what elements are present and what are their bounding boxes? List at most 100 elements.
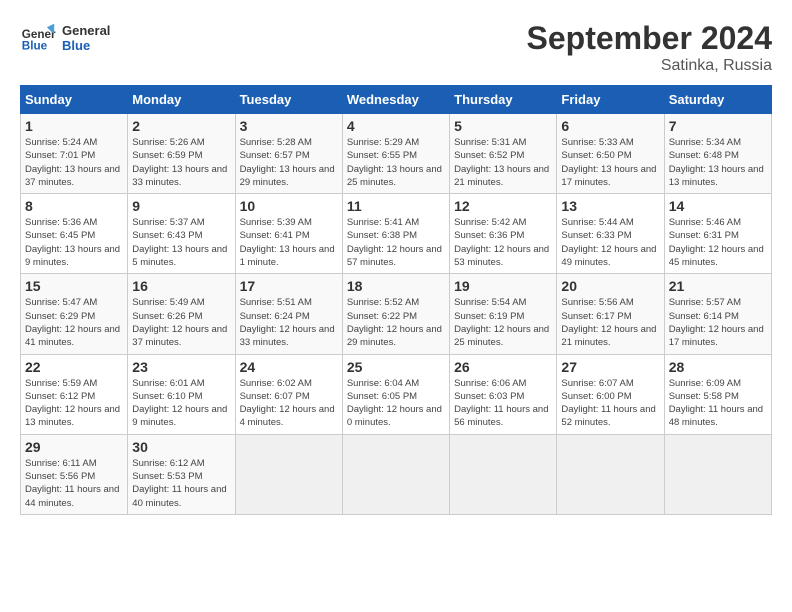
day-info: Sunrise: 6:07 AMSunset: 6:00 PMDaylight:… xyxy=(561,377,659,430)
weekday-header: Wednesday xyxy=(342,86,449,114)
day-info: Sunrise: 5:44 AMSunset: 6:33 PMDaylight:… xyxy=(561,216,659,269)
title-block: September 2024 Satinka, Russia xyxy=(527,20,772,75)
calendar-cell: 5 Sunrise: 5:31 AMSunset: 6:52 PMDaylight… xyxy=(450,114,557,194)
calendar-cell: 7Sunrise: 5:34 AMSunset: 6:48 PMDaylight… xyxy=(664,114,771,194)
calendar-row: 15Sunrise: 5:47 AMSunset: 6:29 PMDayligh… xyxy=(21,274,772,354)
day-info: Sunrise: 5:49 AMSunset: 6:26 PMDaylight:… xyxy=(132,296,230,349)
day-number: 1 xyxy=(25,118,123,134)
calendar-cell: 2 Sunrise: 5:26 AMSunset: 6:59 PMDaylight… xyxy=(128,114,235,194)
day-number: 14 xyxy=(669,198,767,214)
calendar-cell xyxy=(450,434,557,514)
day-info: Sunrise: 5:33 AMSunset: 6:50 PMDaylight:… xyxy=(561,136,659,189)
day-number: 13 xyxy=(561,198,659,214)
day-number: 5 xyxy=(454,118,552,134)
weekday-header: Saturday xyxy=(664,86,771,114)
day-info: Sunrise: 5:51 AMSunset: 6:24 PMDaylight:… xyxy=(240,296,338,349)
day-number: 21 xyxy=(669,278,767,294)
calendar-cell xyxy=(235,434,342,514)
calendar-row: 8Sunrise: 5:36 AMSunset: 6:45 PMDaylight… xyxy=(21,194,772,274)
calendar-cell: 30 Sunrise: 6:12 AMSunset: 5:53 PMDayligh… xyxy=(128,434,235,514)
day-info: Sunrise: 5:24 AMSunset: 7:01 PMDaylight:… xyxy=(25,136,123,189)
day-info: Sunrise: 6:11 AMSunset: 5:56 PMDaylight:… xyxy=(25,457,123,510)
calendar-table: SundayMondayTuesdayWednesdayThursdayFrid… xyxy=(20,85,772,515)
svg-text:Blue: Blue xyxy=(22,40,48,53)
calendar-cell: 17 Sunrise: 5:51 AMSunset: 6:24 PMDayligh… xyxy=(235,274,342,354)
logo-blue: Blue xyxy=(62,38,110,53)
calendar-cell: 14 Sunrise: 5:46 AMSunset: 6:31 PMDayligh… xyxy=(664,194,771,274)
day-info: Sunrise: 5:28 AMSunset: 6:57 PMDaylight:… xyxy=(240,136,338,189)
day-info: Sunrise: 6:06 AMSunset: 6:03 PMDaylight:… xyxy=(454,377,552,430)
day-info: Sunrise: 5:34 AMSunset: 6:48 PMDaylight:… xyxy=(669,136,767,189)
weekday-header: Tuesday xyxy=(235,86,342,114)
weekday-header: Monday xyxy=(128,86,235,114)
day-number: 25 xyxy=(347,359,445,375)
month-title: September 2024 xyxy=(527,20,772,57)
calendar-cell: 16 Sunrise: 5:49 AMSunset: 6:26 PMDayligh… xyxy=(128,274,235,354)
weekday-header-row: SundayMondayTuesdayWednesdayThursdayFrid… xyxy=(21,86,772,114)
day-info: Sunrise: 5:37 AMSunset: 6:43 PMDaylight:… xyxy=(132,216,230,269)
logo-general: General xyxy=(62,23,110,38)
calendar-row: 22 Sunrise: 5:59 AMSunset: 6:12 PMDayligh… xyxy=(21,354,772,434)
day-info: Sunrise: 5:31 AMSunset: 6:52 PMDaylight:… xyxy=(454,136,552,189)
calendar-cell: 25Sunrise: 6:04 AMSunset: 6:05 PMDayligh… xyxy=(342,354,449,434)
day-info: Sunrise: 6:12 AMSunset: 5:53 PMDaylight:… xyxy=(132,457,230,510)
day-number: 6 xyxy=(561,118,659,134)
day-number: 23 xyxy=(132,359,230,375)
day-number: 22 xyxy=(25,359,123,375)
day-info: Sunrise: 5:26 AMSunset: 6:59 PMDaylight:… xyxy=(132,136,230,189)
day-number: 2 xyxy=(132,118,230,134)
weekday-header: Thursday xyxy=(450,86,557,114)
calendar-cell: 4Sunrise: 5:29 AMSunset: 6:55 PMDaylight… xyxy=(342,114,449,194)
day-number: 17 xyxy=(240,278,338,294)
day-number: 11 xyxy=(347,198,445,214)
calendar-cell xyxy=(342,434,449,514)
day-number: 15 xyxy=(25,278,123,294)
calendar-cell: 10Sunrise: 5:39 AMSunset: 6:41 PMDayligh… xyxy=(235,194,342,274)
calendar-cell: 9 Sunrise: 5:37 AMSunset: 6:43 PMDaylight… xyxy=(128,194,235,274)
day-number: 16 xyxy=(132,278,230,294)
day-number: 27 xyxy=(561,359,659,375)
day-info: Sunrise: 6:01 AMSunset: 6:10 PMDaylight:… xyxy=(132,377,230,430)
day-number: 4 xyxy=(347,118,445,134)
calendar-cell: 15Sunrise: 5:47 AMSunset: 6:29 PMDayligh… xyxy=(21,274,128,354)
calendar-cell: 20Sunrise: 5:56 AMSunset: 6:17 PMDayligh… xyxy=(557,274,664,354)
calendar-cell: 22 Sunrise: 5:59 AMSunset: 6:12 PMDayligh… xyxy=(21,354,128,434)
logo: General Blue General Blue xyxy=(20,20,110,56)
day-number: 26 xyxy=(454,359,552,375)
calendar-cell: 1 Sunrise: 5:24 AMSunset: 7:01 PMDaylight… xyxy=(21,114,128,194)
day-info: Sunrise: 5:42 AMSunset: 6:36 PMDaylight:… xyxy=(454,216,552,269)
day-number: 12 xyxy=(454,198,552,214)
calendar-cell: 23 Sunrise: 6:01 AMSunset: 6:10 PMDayligh… xyxy=(128,354,235,434)
calendar-cell xyxy=(557,434,664,514)
day-info: Sunrise: 5:57 AMSunset: 6:14 PMDaylight:… xyxy=(669,296,767,349)
calendar-cell xyxy=(664,434,771,514)
day-number: 3 xyxy=(240,118,338,134)
day-number: 18 xyxy=(347,278,445,294)
location-title: Satinka, Russia xyxy=(527,57,772,75)
weekday-header: Friday xyxy=(557,86,664,114)
day-info: Sunrise: 6:09 AMSunset: 5:58 PMDaylight:… xyxy=(669,377,767,430)
day-info: Sunrise: 5:59 AMSunset: 6:12 PMDaylight:… xyxy=(25,377,123,430)
day-info: Sunrise: 5:46 AMSunset: 6:31 PMDaylight:… xyxy=(669,216,767,269)
header: General Blue General Blue September 2024… xyxy=(20,20,772,75)
day-number: 29 xyxy=(25,439,123,455)
calendar-body: 1 Sunrise: 5:24 AMSunset: 7:01 PMDaylight… xyxy=(21,114,772,515)
day-info: Sunrise: 5:54 AMSunset: 6:19 PMDaylight:… xyxy=(454,296,552,349)
day-info: Sunrise: 5:36 AMSunset: 6:45 PMDaylight:… xyxy=(25,216,123,269)
calendar-row: 1 Sunrise: 5:24 AMSunset: 7:01 PMDaylight… xyxy=(21,114,772,194)
calendar-cell: 12 Sunrise: 5:42 AMSunset: 6:36 PMDayligh… xyxy=(450,194,557,274)
day-number: 20 xyxy=(561,278,659,294)
calendar-cell: 18 Sunrise: 5:52 AMSunset: 6:22 PMDayligh… xyxy=(342,274,449,354)
calendar-cell: 8Sunrise: 5:36 AMSunset: 6:45 PMDaylight… xyxy=(21,194,128,274)
calendar-cell: 3 Sunrise: 5:28 AMSunset: 6:57 PMDaylight… xyxy=(235,114,342,194)
day-number: 28 xyxy=(669,359,767,375)
calendar-cell: 11Sunrise: 5:41 AMSunset: 6:38 PMDayligh… xyxy=(342,194,449,274)
day-info: Sunrise: 5:39 AMSunset: 6:41 PMDaylight:… xyxy=(240,216,338,269)
day-number: 9 xyxy=(132,198,230,214)
calendar-cell: 29 Sunrise: 6:11 AMSunset: 5:56 PMDayligh… xyxy=(21,434,128,514)
calendar-row: 29 Sunrise: 6:11 AMSunset: 5:56 PMDayligh… xyxy=(21,434,772,514)
calendar-header: SundayMondayTuesdayWednesdayThursdayFrid… xyxy=(21,86,772,114)
calendar-cell: 26 Sunrise: 6:06 AMSunset: 6:03 PMDayligh… xyxy=(450,354,557,434)
day-info: Sunrise: 5:52 AMSunset: 6:22 PMDaylight:… xyxy=(347,296,445,349)
day-number: 30 xyxy=(132,439,230,455)
